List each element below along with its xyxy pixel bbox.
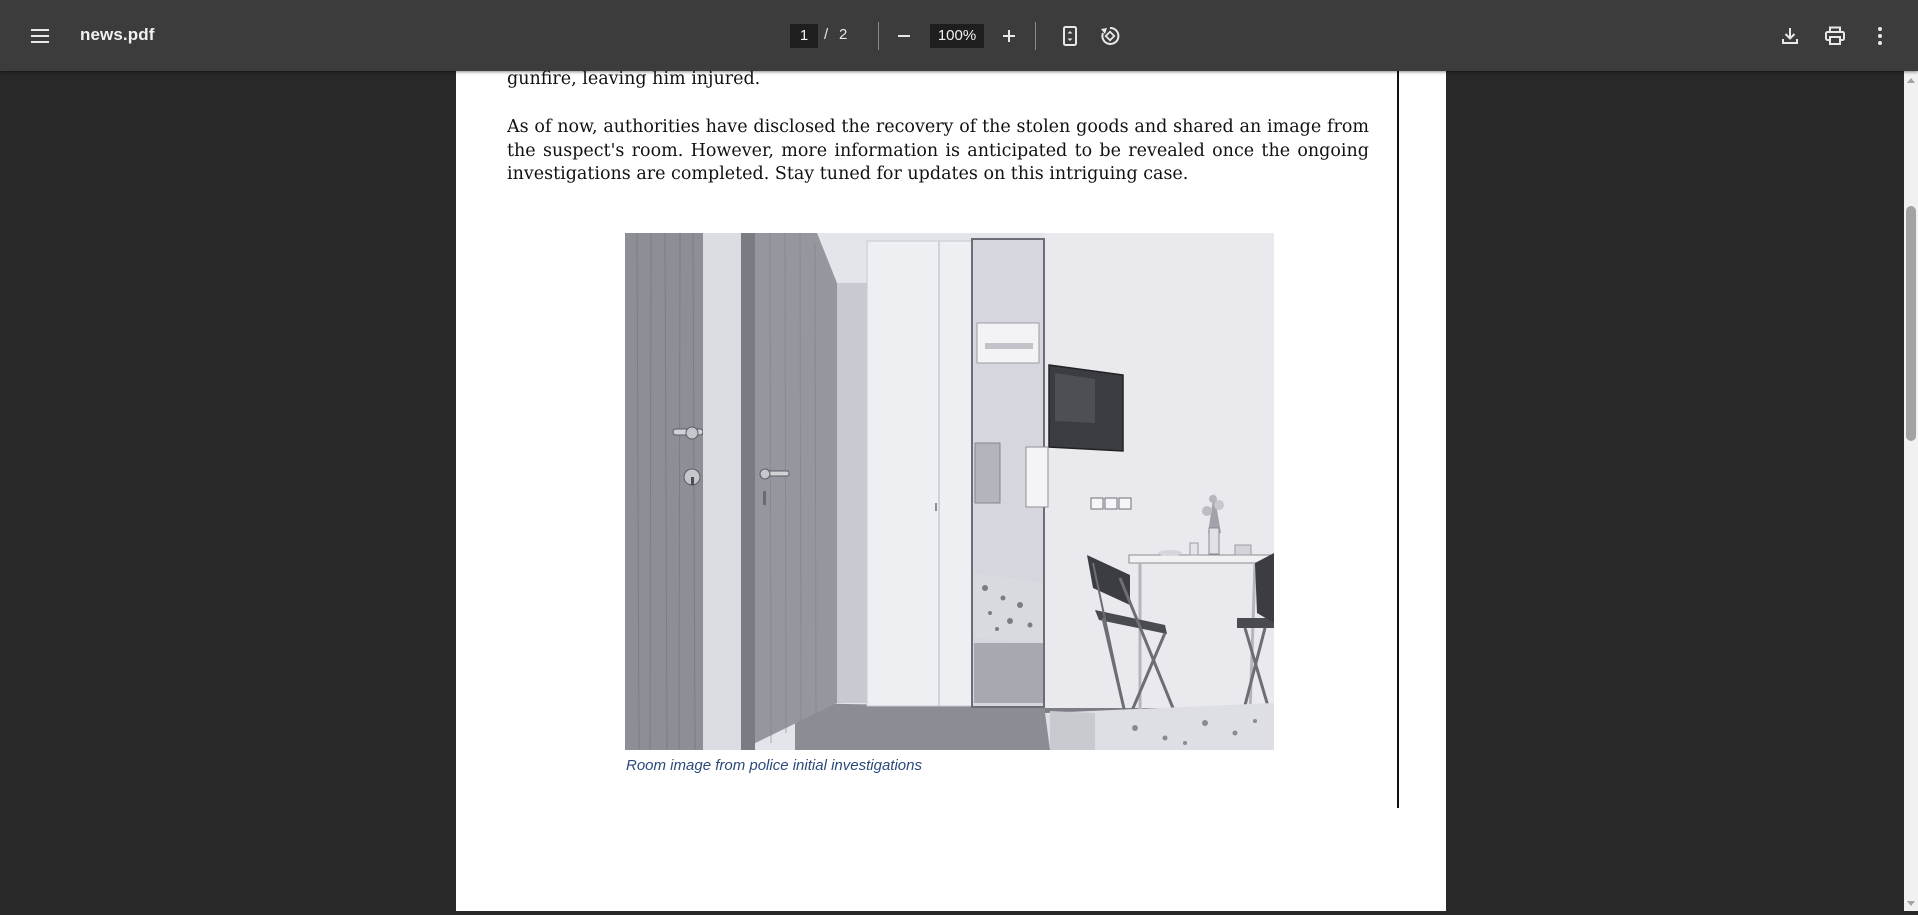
fit-to-page-icon bbox=[1063, 26, 1077, 46]
vertical-scrollbar[interactable] bbox=[1904, 71, 1918, 911]
toolbar-divider bbox=[1035, 22, 1036, 50]
hamburger-menu-icon[interactable] bbox=[22, 18, 58, 54]
scrollbar-thumb[interactable] bbox=[1906, 206, 1916, 441]
more-options-button[interactable] bbox=[1862, 18, 1898, 54]
plus-icon bbox=[1003, 30, 1015, 42]
rotate-counterclockwise-icon bbox=[1101, 26, 1120, 45]
image-caption: Room image from police initial investiga… bbox=[626, 757, 922, 774]
page-separator: / bbox=[824, 26, 829, 43]
print-icon bbox=[1825, 26, 1845, 45]
paragraph-continued: gunfire, leaving him injured. bbox=[507, 71, 761, 89]
zoom-in-button[interactable] bbox=[991, 18, 1027, 54]
scroll-up-arrow-icon[interactable] bbox=[1904, 73, 1918, 85]
zoom-level-input[interactable] bbox=[930, 24, 984, 48]
toolbar-divider bbox=[878, 22, 879, 50]
download-button[interactable] bbox=[1772, 18, 1808, 54]
fit-to-page-button[interactable] bbox=[1052, 18, 1088, 54]
minus-icon bbox=[898, 35, 910, 37]
pdf-toolbar: news.pdf / 2 bbox=[0, 0, 1918, 71]
document-title: news.pdf bbox=[80, 25, 155, 44]
download-icon bbox=[1782, 28, 1798, 44]
rotate-button[interactable] bbox=[1092, 18, 1128, 54]
zoom-out-button[interactable] bbox=[886, 18, 922, 54]
paragraph-authorities: As of now, authorities have disclosed th… bbox=[507, 117, 1369, 184]
page-vertical-rule bbox=[1397, 71, 1399, 808]
print-button[interactable] bbox=[1817, 18, 1853, 54]
more-vertical-icon bbox=[1878, 27, 1882, 45]
scroll-down-arrow-icon[interactable] bbox=[1904, 897, 1918, 909]
room-photo bbox=[625, 233, 1274, 750]
page-number-input[interactable] bbox=[790, 24, 818, 48]
pdf-page: gunfire, leaving him injured. As of now,… bbox=[456, 71, 1446, 911]
total-pages: 2 bbox=[839, 26, 848, 43]
